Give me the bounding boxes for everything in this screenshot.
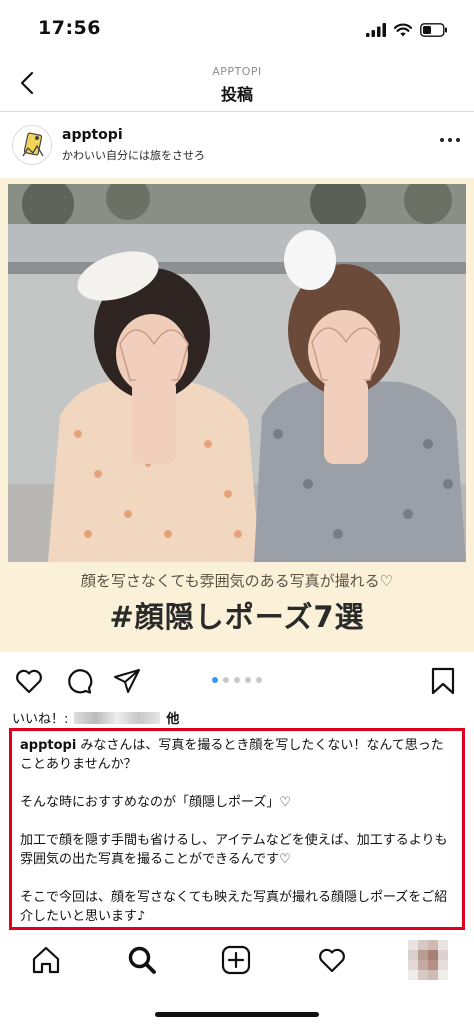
status-time: 17:56 (38, 17, 101, 39)
carousel-dot (223, 677, 229, 683)
apptopi-logo-icon (22, 132, 44, 157)
home-indicator (155, 1012, 319, 1017)
tab-profile[interactable] (408, 940, 448, 980)
tab-new-post[interactable] (218, 942, 254, 978)
bottom-tab-bar (0, 932, 474, 1026)
post-header: apptopi かわいい自分には旅をさせろ (0, 112, 474, 178)
tab-activity[interactable] (314, 942, 350, 978)
avatar[interactable] (12, 125, 52, 165)
page-title: 投稿 (220, 85, 253, 104)
carousel-dot (212, 677, 218, 683)
carousel-indicator (0, 677, 474, 683)
nav-bar: APPTOPI 投稿 (0, 58, 474, 112)
post-username[interactable]: apptopi (62, 127, 123, 143)
image-caption-small: 顔を写さなくても雰囲気のある写真が撮れる♡ (80, 572, 394, 590)
likes-prefix: いいね！: (12, 712, 69, 727)
carousel-dot (234, 677, 240, 683)
tab-home[interactable] (28, 942, 64, 978)
caption-text-1: みなさんは、写真を撮るとき顔を写したくない！なんて思ったことありませんか？ (20, 738, 444, 772)
post-image[interactable]: 顔を写さなくても雰囲気のある写真が撮れる♡ #顔隠しポーズ7選 (0, 178, 474, 652)
caption-text-2: そんな時におすすめなのが「顔隠しポーズ」♡ (20, 795, 292, 810)
post-photo (8, 184, 466, 562)
add-post-icon (221, 945, 251, 975)
carousel-dot (245, 677, 251, 683)
nav-account-name: APPTOPI (212, 65, 262, 78)
more-options-icon[interactable] (440, 138, 460, 142)
post-user-subtitle: かわいい自分には旅をさせろ (62, 149, 205, 162)
heart-icon (319, 948, 345, 973)
caption-username[interactable]: apptopi (20, 738, 76, 753)
blurred-liker-name (74, 711, 161, 724)
search-icon (128, 946, 156, 974)
status-bar: 17:56 (0, 0, 474, 58)
wifi-icon (394, 23, 412, 37)
signal-icon (366, 23, 386, 37)
caption-text-3: 加工で顔を隠す手間も省けるし、アイテムなどを使えば、加工するよりも雰囲気の出た写… (20, 833, 448, 867)
likes-others: 他 (166, 712, 180, 727)
likes-row[interactable]: いいね！: 他 (12, 708, 179, 727)
carousel-dot (256, 677, 262, 683)
home-icon (32, 946, 60, 974)
battery-icon (420, 23, 447, 37)
status-icons (366, 20, 448, 40)
caption-text-4: そこで今回は、顔を写さなくても映えた写真が撮れる顔隠しポーズをご紹介したいと思い… (20, 890, 448, 924)
photo-illustration (8, 184, 466, 562)
image-caption-large: #顔隠しポーズ7選 (109, 600, 365, 634)
blurred-profile-avatar (408, 940, 448, 980)
tab-search[interactable] (124, 942, 160, 978)
post-caption: apptopi みなさんは、写真を撮るとき顔を写したくない！なんて思ったことあり… (9, 728, 465, 930)
